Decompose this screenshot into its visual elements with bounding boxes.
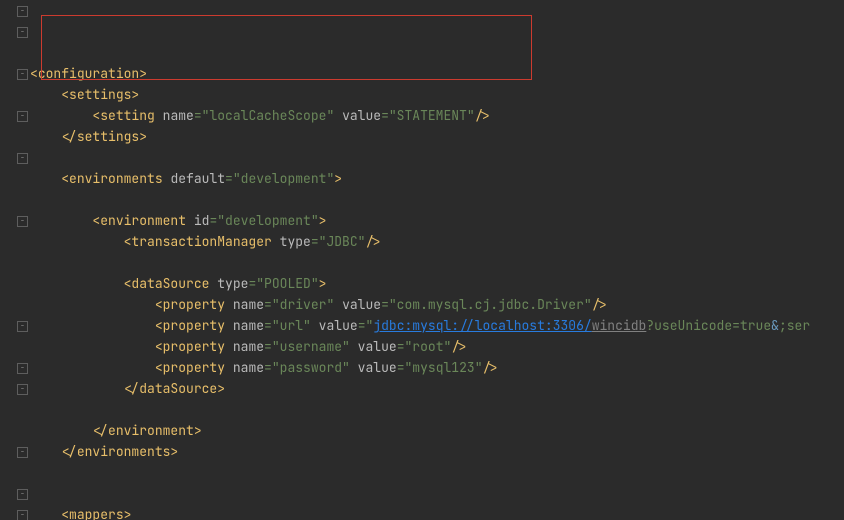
code-area[interactable]: <configuration> <settings> <setting name… xyxy=(24,0,844,520)
code-line[interactable]: <property name="url" value="jdbc:mysql:/… xyxy=(30,315,844,336)
code-line[interactable]: <setting name="localCacheScope" value="S… xyxy=(30,105,844,126)
fold-gutter: −−−−−−−−−−−− xyxy=(0,0,24,520)
code-line[interactable] xyxy=(30,252,844,273)
code-line[interactable]: <mappers> xyxy=(30,504,844,520)
code-editor[interactable]: −−−−−−−−−−−− <configuration> <settings> … xyxy=(0,0,844,520)
code-line[interactable]: <environment id="development"> xyxy=(30,210,844,231)
code-line[interactable]: </settings> xyxy=(30,126,844,147)
code-line[interactable] xyxy=(30,483,844,504)
code-line[interactable]: <transactionManager type="JDBC"/> xyxy=(30,231,844,252)
code-line[interactable]: <property name="password" value="mysql12… xyxy=(30,357,844,378)
code-line[interactable]: <settings> xyxy=(30,84,844,105)
code-line[interactable] xyxy=(30,189,844,210)
code-line[interactable]: <property name="driver" value="com.mysql… xyxy=(30,294,844,315)
code-line[interactable]: <dataSource type="POOLED"> xyxy=(30,273,844,294)
code-line[interactable]: <property name="username" value="root"/> xyxy=(30,336,844,357)
code-line[interactable]: </environment> xyxy=(30,420,844,441)
code-line[interactable] xyxy=(30,462,844,483)
code-line[interactable] xyxy=(30,147,844,168)
code-line[interactable]: </dataSource> xyxy=(30,378,844,399)
code-line[interactable]: <environments default="development"> xyxy=(30,168,844,189)
code-line[interactable]: <configuration> xyxy=(30,63,844,84)
code-line[interactable] xyxy=(30,399,844,420)
code-line[interactable]: </environments> xyxy=(30,441,844,462)
